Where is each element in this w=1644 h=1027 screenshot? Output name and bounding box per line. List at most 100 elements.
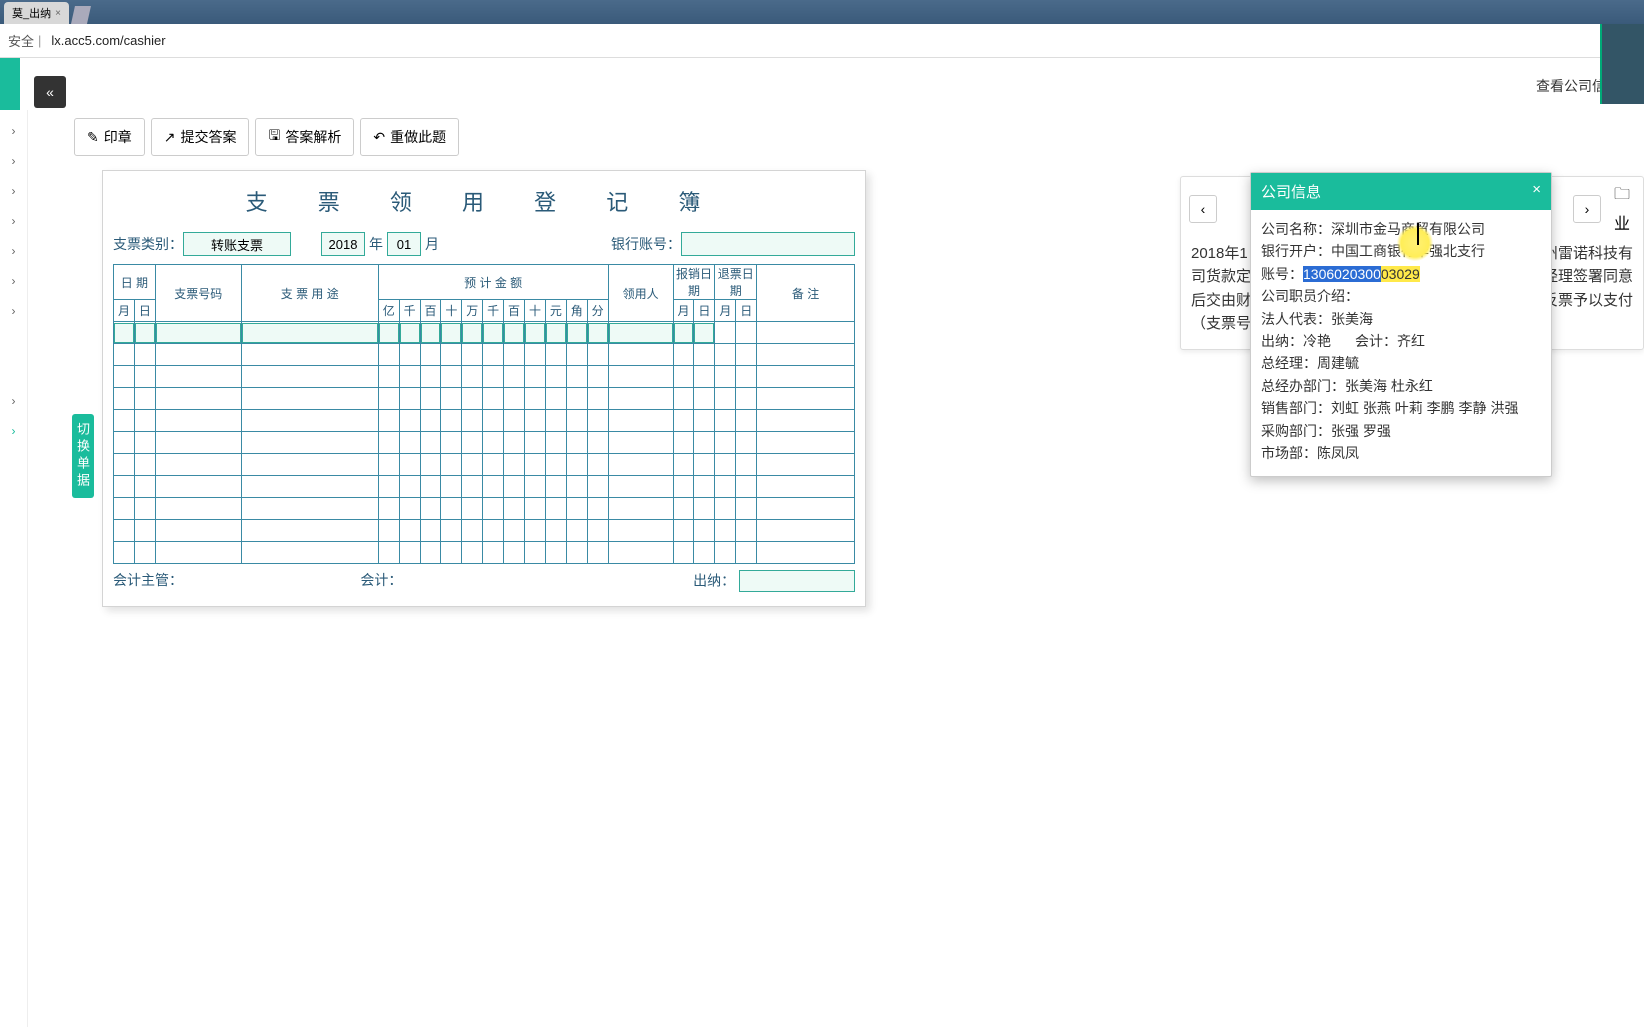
- external-icon: ↗: [164, 129, 176, 146]
- company-account-label: 账号：: [1261, 266, 1303, 282]
- ledger-cell-input[interactable]: [694, 323, 714, 343]
- collapse-sidebar-button[interactable]: «: [34, 76, 66, 108]
- browser-tab-strip: 莫_出纳 ×: [0, 0, 1644, 24]
- analysis-button-label: 答案解析: [285, 127, 341, 147]
- top-bar: 查看公司信息: [28, 58, 1644, 114]
- hdr-date: 日 期: [114, 265, 156, 300]
- redo-button[interactable]: ↶ 重做此题: [360, 118, 459, 156]
- check-ledger-form: 支 票 领 用 登 记 簿 支票类别： 年 月 银行账号： 日 期 支票号码: [102, 170, 866, 607]
- stamp-button[interactable]: ✎ 印章: [74, 118, 145, 156]
- video-thumbnail[interactable]: [1600, 24, 1644, 104]
- nav-item-9[interactable]: ›: [0, 416, 27, 446]
- hdr-bx-m: 月: [673, 300, 694, 322]
- check-type-input[interactable]: [183, 232, 291, 256]
- ledger-cell-input[interactable]: [156, 323, 241, 343]
- hdr-bx-d: 日: [694, 300, 715, 322]
- nav-item-5[interactable]: ›: [0, 236, 27, 266]
- company-account-row[interactable]: 账号：130602030003029: [1261, 263, 1541, 285]
- nav-item-2[interactable]: ›: [0, 146, 27, 176]
- tab-title: 莫_出纳: [12, 5, 51, 21]
- hdr-reimburse: 报销日期: [673, 265, 715, 300]
- nav-item-8[interactable]: ›: [0, 386, 27, 416]
- ledger-cell-input[interactable]: [609, 323, 673, 343]
- switch-document-tab[interactable]: 切换单据: [72, 414, 94, 498]
- table-row: [114, 366, 855, 388]
- ledger-cell-input[interactable]: [400, 323, 420, 343]
- hdr-date-d: 日: [134, 300, 155, 322]
- undo-icon: ↶: [373, 129, 385, 146]
- hdr-dg-jiao: 角: [566, 300, 587, 322]
- ledger-table: 日 期 支票号码 支 票 用 途 预 计 金 额 领用人 报销日期 退票日期 备…: [113, 264, 855, 564]
- nav-item-1[interactable]: ›: [0, 116, 27, 146]
- hdr-dg-yuan: 元: [545, 300, 566, 322]
- foot-acc-label: 会计：: [360, 572, 402, 588]
- browser-tab[interactable]: 莫_出纳 ×: [4, 2, 69, 24]
- company-popup-title: 公司信息: [1261, 181, 1321, 202]
- bank-account-input[interactable]: [681, 232, 855, 256]
- month-input[interactable]: [387, 232, 421, 256]
- analysis-button[interactable]: 🖫 答案解析: [255, 118, 354, 156]
- ledger-cell-input[interactable]: [525, 323, 545, 343]
- security-label: 安全: [8, 31, 34, 50]
- ledger-cell-input[interactable]: [567, 323, 587, 343]
- foot-mgr-label: 会计主管：: [113, 572, 183, 588]
- table-row: [114, 388, 855, 410]
- submit-button[interactable]: ↗ 提交答案: [151, 118, 250, 156]
- office-label: 总经办部门：: [1261, 378, 1345, 394]
- table-row: [114, 476, 855, 498]
- table-row: [114, 410, 855, 432]
- gm-label: 总经理：: [1261, 355, 1317, 371]
- ledger-cell-input[interactable]: [114, 323, 134, 343]
- nav-item-7[interactable]: ›: [0, 296, 27, 326]
- table-row: [114, 322, 855, 344]
- folder-icon[interactable]: 🗀 业: [1609, 183, 1635, 234]
- nav-item-3[interactable]: ›: [0, 176, 27, 206]
- ledger-cell-input[interactable]: [421, 323, 441, 343]
- purchase-label: 采购部门：: [1261, 423, 1331, 439]
- address-bar[interactable]: 安全 | lx.acc5.com/cashier: [0, 24, 1644, 58]
- ledger-cell-input[interactable]: [546, 323, 566, 343]
- accountant-label: 会计：: [1355, 333, 1397, 349]
- table-row: [114, 520, 855, 542]
- table-row: [114, 542, 855, 564]
- hdr-dg-yi: 亿: [378, 300, 399, 322]
- ledger-cell-input[interactable]: [462, 323, 482, 343]
- accountant-value: 齐红: [1397, 333, 1425, 349]
- hdr-date-m: 月: [114, 300, 135, 322]
- hdr-tp-m: 月: [715, 300, 736, 322]
- hdr-usage: 支 票 用 途: [241, 265, 378, 322]
- company-bank-label: 银行开户：: [1261, 243, 1331, 259]
- hdr-dg-s2: 十: [525, 300, 546, 322]
- hdr-dg-s1: 十: [441, 300, 462, 322]
- close-icon[interactable]: ×: [55, 8, 61, 19]
- ledger-title: 支 票 领 用 登 记 簿: [113, 183, 855, 228]
- task-next-button[interactable]: ›: [1573, 195, 1601, 223]
- ledger-cell-input[interactable]: [242, 323, 378, 343]
- table-row: [114, 498, 855, 520]
- ledger-cell-input[interactable]: [135, 323, 155, 343]
- new-tab-button[interactable]: [71, 6, 91, 24]
- nav-item-6[interactable]: ›: [0, 266, 27, 296]
- nav-item-4[interactable]: ›: [0, 206, 27, 236]
- ledger-cell-input[interactable]: [674, 323, 694, 343]
- hdr-dg-wan: 万: [462, 300, 483, 322]
- company-info-popup: 公司信息 × 公司名称：深圳市金马商贸有限公司 银行开户：中国工商银行华强北支行…: [1250, 172, 1552, 477]
- ledger-cell-input[interactable]: [588, 323, 608, 343]
- month-suffix: 月: [425, 234, 439, 254]
- year-input[interactable]: [321, 232, 365, 256]
- hdr-dg-b2: 百: [504, 300, 525, 322]
- close-icon[interactable]: ×: [1532, 181, 1541, 202]
- ledger-cell-input[interactable]: [441, 323, 461, 343]
- foot-cashier-input[interactable]: [739, 570, 855, 592]
- check-type-label: 支票类别：: [113, 234, 183, 254]
- ledger-cell-input[interactable]: [379, 323, 399, 343]
- table-row: [114, 454, 855, 476]
- hdr-budget: 预 计 金 额: [378, 265, 608, 300]
- task-prev-button[interactable]: ‹: [1189, 195, 1217, 223]
- legal-rep-value: 张美海: [1331, 311, 1373, 327]
- url-text: lx.acc5.com/cashier: [51, 33, 165, 48]
- office-value: 张美海 杜永红: [1345, 378, 1433, 394]
- ledger-cell-input[interactable]: [504, 323, 524, 343]
- hdr-check-no: 支票号码: [155, 265, 241, 322]
- ledger-cell-input[interactable]: [483, 323, 503, 343]
